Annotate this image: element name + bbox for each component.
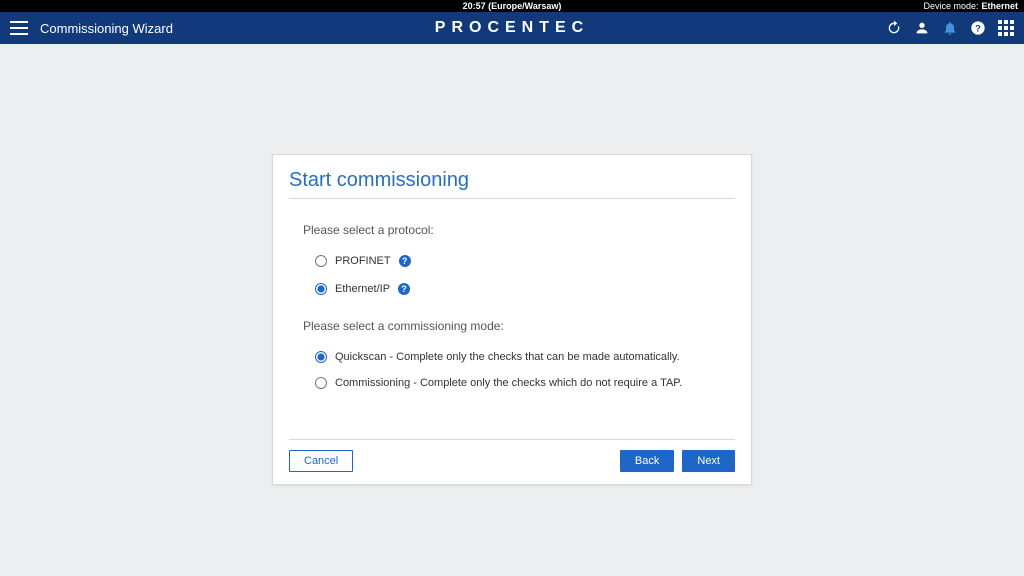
device-mode-label: Device mode: <box>923 0 978 12</box>
content-area: Start commissioning Please select a prot… <box>0 44 1024 576</box>
wizard-card: Start commissioning Please select a prot… <box>272 154 752 485</box>
mode-section-label: Please select a commissioning mode: <box>303 319 735 333</box>
nav-icons: ? <box>886 20 1014 36</box>
help-icon[interactable]: ? <box>399 255 411 267</box>
user-icon[interactable] <box>914 20 930 36</box>
protocol-option-profinet[interactable]: PROFINET ? <box>315 255 735 267</box>
radio-label: Commissioning - Complete only the checks… <box>335 377 682 389</box>
navbar: Commissioning Wizard PROCENTEC ? <box>0 12 1024 44</box>
help-icon[interactable]: ? <box>970 20 986 36</box>
back-button[interactable]: Back <box>620 450 674 472</box>
apps-icon[interactable] <box>998 20 1014 36</box>
cancel-button[interactable]: Cancel <box>289 450 353 472</box>
refresh-icon[interactable] <box>886 20 902 36</box>
radio-profinet[interactable] <box>315 255 327 267</box>
brand-logo: PROCENTEC <box>435 19 589 37</box>
clock-text: 20:57 (Europe/Warsaw) <box>463 0 562 12</box>
svg-text:?: ? <box>975 23 981 33</box>
radio-label: Quickscan - Complete only the checks tha… <box>335 351 680 363</box>
protocol-section-label: Please select a protocol: <box>303 223 735 237</box>
card-heading: Start commissioning <box>289 169 735 192</box>
protocol-option-ethernetip[interactable]: Ethernet/IP ? <box>315 283 735 295</box>
radio-label: Ethernet/IP <box>335 283 390 295</box>
device-mode: Device mode: Ethernet <box>923 0 1018 12</box>
mode-option-quickscan[interactable]: Quickscan - Complete only the checks tha… <box>315 351 735 363</box>
page-title: Commissioning Wizard <box>40 21 173 36</box>
mode-option-commissioning[interactable]: Commissioning - Complete only the checks… <box>315 377 735 389</box>
next-button[interactable]: Next <box>682 450 735 472</box>
divider <box>289 198 735 199</box>
card-footer: Cancel Back Next <box>289 439 735 472</box>
radio-label: PROFINET <box>335 255 391 267</box>
menu-icon[interactable] <box>10 21 28 35</box>
radio-ethernetip[interactable] <box>315 283 327 295</box>
bell-icon[interactable] <box>942 20 958 36</box>
device-mode-value: Ethernet <box>981 0 1018 12</box>
radio-quickscan[interactable] <box>315 351 327 363</box>
radio-commissioning[interactable] <box>315 377 327 389</box>
top-status-bar: 20:57 (Europe/Warsaw) Device mode: Ether… <box>0 0 1024 12</box>
help-icon[interactable]: ? <box>398 283 410 295</box>
